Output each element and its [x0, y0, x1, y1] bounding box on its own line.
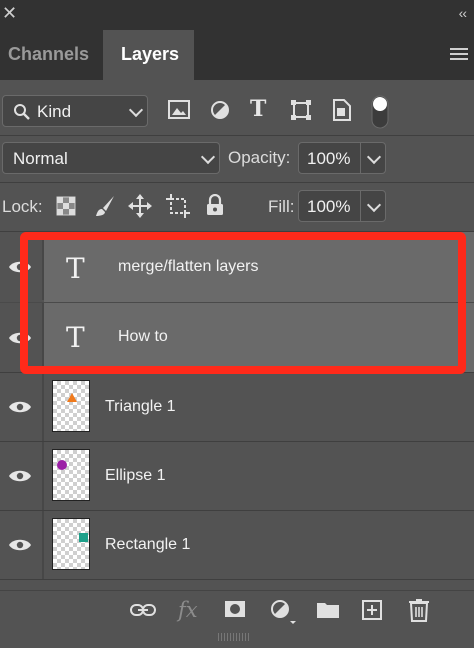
close-icon[interactable]: ✕	[2, 4, 17, 22]
blend-mode-dropdown[interactable]: Normal	[2, 142, 220, 174]
panel-tabs: Channels Layers	[0, 30, 474, 80]
eye-icon[interactable]	[8, 538, 32, 552]
lock-position-icon[interactable]	[128, 194, 152, 218]
layer-row[interactable]: Rectangle 1	[0, 511, 474, 579]
layer-thumbnail	[52, 380, 90, 432]
chevron-down-icon[interactable]	[366, 197, 382, 213]
triangle-shape	[67, 393, 77, 402]
rectangle-shape	[79, 533, 88, 542]
fill-input[interactable]: 100%	[298, 190, 386, 222]
fill-value: 100%	[307, 197, 351, 216]
divider	[0, 182, 474, 183]
chevron-down-icon[interactable]	[366, 149, 382, 165]
search-icon	[14, 104, 30, 120]
highlight-box	[20, 232, 466, 374]
layer-row[interactable]: Ellipse 1	[0, 442, 474, 510]
trash-icon[interactable]	[408, 598, 430, 622]
blend-mode-value: Normal	[13, 149, 68, 168]
lock-artboard-icon[interactable]	[166, 194, 190, 218]
shape-filter-icon[interactable]	[290, 99, 312, 121]
opacity-input[interactable]: 100%	[298, 142, 386, 174]
lock-image-icon[interactable]	[94, 194, 116, 218]
lock-transparent-icon[interactable]	[56, 196, 76, 216]
image-filter-icon[interactable]	[168, 100, 190, 120]
layer-name[interactable]: Ellipse 1	[105, 467, 165, 485]
ellipse-shape	[57, 460, 67, 470]
layer-name[interactable]: Rectangle 1	[105, 536, 190, 554]
panel-top-bar: ✕ ‹‹	[0, 0, 474, 30]
tab-layers-label: Layers	[121, 44, 180, 64]
folder-icon[interactable]	[316, 601, 340, 619]
adjustment-icon[interactable]	[270, 599, 296, 625]
type-filter-icon[interactable]: T	[250, 96, 266, 122]
layer-thumbnail	[52, 449, 90, 501]
tab-channels[interactable]: Channels	[8, 44, 89, 65]
kind-filter-value: Kind	[37, 102, 72, 121]
eye-icon[interactable]	[8, 400, 32, 414]
layer-name[interactable]: Triangle 1	[105, 398, 176, 416]
layer-thumbnail	[52, 518, 90, 570]
opacity-label: Opacity:	[228, 148, 291, 167]
panel-menu-icon[interactable]	[450, 48, 468, 62]
opacity-value: 100%	[307, 149, 351, 168]
mask-icon[interactable]	[224, 600, 246, 618]
chevron-down-icon	[200, 149, 216, 165]
chevron-down-icon	[128, 102, 144, 118]
lock-label: Lock:	[2, 197, 43, 216]
link-layers-icon[interactable]	[130, 602, 156, 618]
resize-grip[interactable]	[218, 633, 250, 641]
tab-layers[interactable]: Layers	[103, 30, 194, 80]
adjustment-filter-icon[interactable]	[210, 100, 230, 120]
lock-all-icon[interactable]	[206, 194, 224, 216]
fill-label: Fill:	[268, 197, 295, 216]
smart-object-filter-icon[interactable]	[332, 99, 352, 121]
kind-filter-dropdown[interactable]: Kind	[2, 95, 148, 127]
eye-icon[interactable]	[8, 469, 32, 483]
divider	[0, 135, 474, 136]
filter-toggle-icon[interactable]	[370, 94, 390, 130]
new-layer-icon[interactable]	[362, 600, 382, 620]
layer-row[interactable]: Triangle 1	[0, 373, 474, 441]
collapse-icon[interactable]: ‹‹	[459, 5, 467, 21]
fx-icon[interactable]: fx	[178, 598, 198, 622]
